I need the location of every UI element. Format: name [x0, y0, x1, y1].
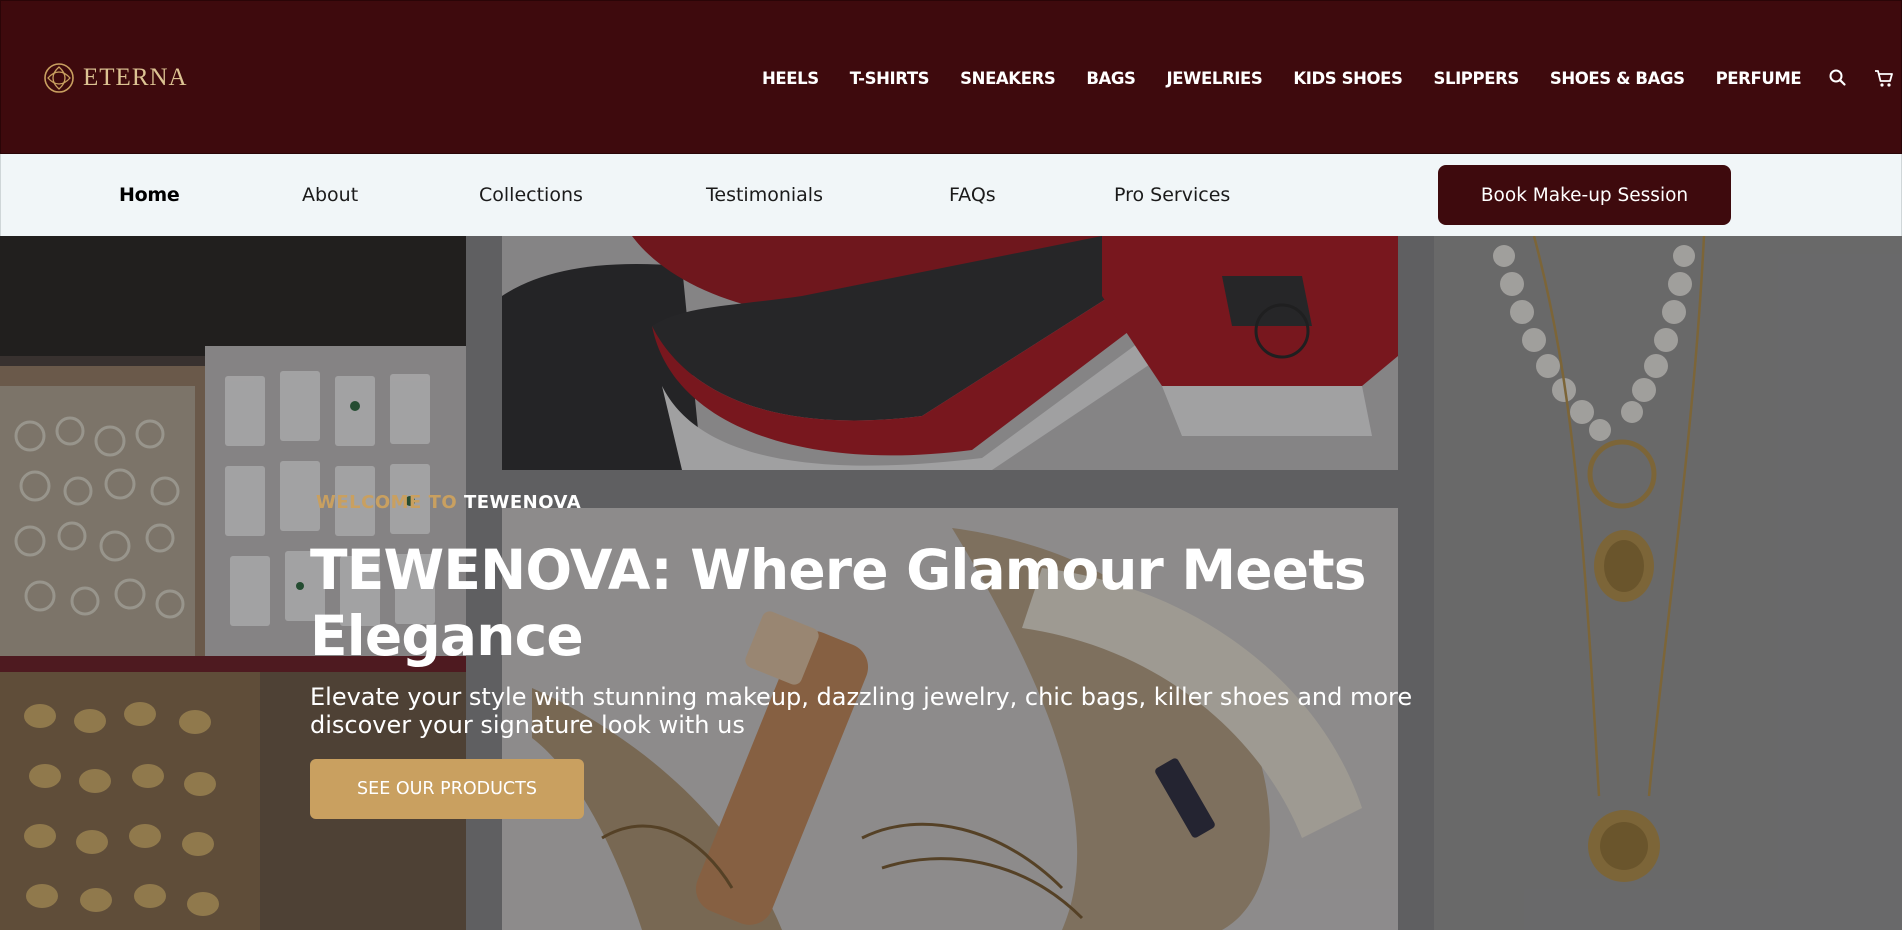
brand-name: ETERNA [83, 64, 188, 91]
category-shoes-and-bags[interactable]: SHOES & BAGS [1550, 69, 1685, 88]
hero-subtitle: Elevate your style with stunning makeup,… [310, 683, 1413, 739]
category-sneakers[interactable]: SNEAKERS [960, 69, 1056, 88]
main-nav: Home About Collections Testimonials FAQs… [0, 154, 1902, 236]
nav-collections[interactable]: Collections [479, 184, 583, 206]
sneakers-image [502, 236, 1398, 470]
nav-home[interactable]: Home [119, 184, 180, 206]
hero-title: TEWENOVA: Where Glamour Meets Elegance [310, 538, 1367, 668]
eyebrow-brand: TEWENOVA [463, 492, 582, 513]
category-slippers[interactable]: SLIPPERS [1433, 69, 1519, 88]
category-perfume[interactable]: PERFUME [1716, 69, 1802, 88]
category-t-shirts[interactable]: T-SHIRTS [850, 69, 930, 88]
hero-eyebrow: WELCOME TO TEWENOVA [316, 492, 1510, 513]
nav-faqs[interactable]: FAQs [949, 184, 996, 206]
nav-pro-services[interactable]: Pro Services [1114, 184, 1230, 206]
search-icon[interactable] [1827, 67, 1849, 89]
top-header: ETERNA HEELS T-SHIRTS SNEAKERS BAGS JEWE… [0, 0, 1902, 154]
nav-testimonials[interactable]: Testimonials [706, 184, 823, 206]
category-heels[interactable]: HEELS [762, 69, 819, 88]
category-nav: HEELS T-SHIRTS SNEAKERS BAGS JEWELRIES K… [762, 65, 1802, 91]
category-jewelries[interactable]: JEWELRIES [1167, 69, 1263, 88]
hero-content: WELCOME TO TEWENOVA TEWENOVA: Where Glam… [310, 492, 1510, 819]
eyebrow-welcome: WELCOME TO [316, 492, 464, 513]
hero-section: WELCOME TO TEWENOVA TEWENOVA: Where Glam… [0, 236, 1902, 930]
see-our-products-button[interactable]: SEE OUR PRODUCTS [310, 759, 584, 819]
category-bags[interactable]: BAGS [1086, 69, 1136, 88]
eterna-logo-icon [44, 63, 74, 93]
nav-about[interactable]: About [302, 184, 358, 206]
brand-logo[interactable]: ETERNA [43, 61, 188, 95]
category-kids-shoes[interactable]: KIDS SHOES [1293, 69, 1403, 88]
cart-icon[interactable] [1873, 67, 1895, 89]
book-makeup-session-button[interactable]: Book Make-up Session [1438, 165, 1731, 225]
